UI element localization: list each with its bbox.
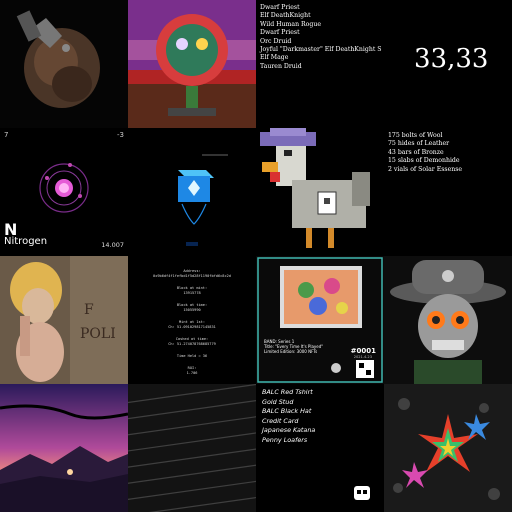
tile-balc-list[interactable]: BALC Red Tshirt Gold Stud BALC Black Hat… [256,384,384,512]
tile-skull-cowboy[interactable] [384,256,512,384]
tile-character-list[interactable]: Dwarf Priest Elf DeathKnight Wild Human … [256,0,384,128]
card-edition: Limited Edition: 3000 NFTs [264,349,318,354]
tile-sunset-landscape[interactable] [0,384,128,512]
card-metadata: BAND: Series 1 Title: "Every Time It's P… [264,339,323,354]
material-item: 15 slabs of Demonhide [388,157,460,165]
character-item: Joyful "Darkmaster" Elf DeathKnight S [260,46,382,54]
tile-wallet-stats[interactable]: Address: 0x9b6df4f1fefbd1f5d28f1190fbfd6… [128,256,256,384]
tile-coordinates[interactable]: 33,33 [384,0,512,128]
wall-scribble-f: F [84,302,94,318]
skull-cowboy-image [384,256,512,384]
card-date: 2021.4.23 [353,355,372,359]
balc-item: BALC Black Hat [262,407,312,415]
tile-neon-cube[interactable] [128,128,256,256]
sunset-landscape-image [0,384,128,512]
balc-item: Penny Loafers [262,435,308,444]
material-item: 43 bars of Bronze [388,148,444,156]
time-held-label: Time Held = 36 [176,354,208,358]
balc-item: Credit Card [262,416,299,425]
balc-item: BALC Red Tshirt [262,388,313,396]
material-item: 175 bolts of Wool [388,132,443,139]
element-name: Nitrogen [4,236,48,247]
heart-artwork-image [0,0,128,128]
material-item: 75 hides of Leather [388,140,450,148]
balc-item: Japanese Katana [262,426,316,434]
card-number: #0001 [350,347,376,355]
character-item: Elf Mage [260,54,289,62]
wall-scribble-poli: POLI [80,326,116,342]
tile-brick-wall[interactable] [128,384,256,512]
character-item: Elf DeathKnight [260,12,311,20]
character-item: Wild Human Rogue [260,20,322,28]
tile-band-card[interactable]: BAND: Series 1 Title: "Every Time It's P… [256,256,384,384]
atomic-mass: 14.007 [101,241,124,249]
address-value: 0x9b6df4f1fefbd1f5d28f1190fbfd6c8c2d [153,274,231,278]
character-item: Dwarf Priest [260,4,300,11]
tile-doll-photo[interactable]: F POLI [0,256,128,384]
mint-value: Ch: 51.091029817145831 [168,325,216,329]
roi-value: 1.706 [186,371,198,375]
tile-globe-artwork[interactable] [128,0,256,128]
brick-wall-image [128,384,256,512]
coordinates-text: 33,33 [414,44,489,74]
doll-photo-image: F POLI [0,256,128,384]
character-item: Dwarf Priest [260,29,300,37]
globe-artwork-image [128,0,256,128]
band-card-frame [256,256,384,384]
material-item: 2 vials of Solar Essense [388,165,463,173]
nft-gallery-grid: Dwarf Priest Elf DeathKnight Wild Human … [0,0,512,512]
pixel-chicken-image [256,128,384,256]
tile-nitrogen-element[interactable]: 7 -3 N Nitrogen 14.007 [0,128,128,256]
star-burst-image [384,384,512,512]
neon-cube-image [128,128,256,256]
block-time-value: 15055990 [183,308,201,312]
balc-item: Gold Stud [262,397,294,406]
character-item: Tauren Druid [260,62,302,70]
tile-star-burst[interactable] [384,384,512,512]
balc-logo-icon [354,486,370,500]
cashed-value: Ch: 51.274078768685779 [168,342,216,346]
character-item: Orc Druid [260,37,292,45]
tile-materials-list[interactable]: 175 bolts of Wool 75 hides of Leather 43… [384,128,512,256]
tile-heart-artwork[interactable] [0,0,128,128]
block-mint-value: 13915778 [183,291,201,295]
tile-pixel-chicken[interactable] [256,128,384,256]
